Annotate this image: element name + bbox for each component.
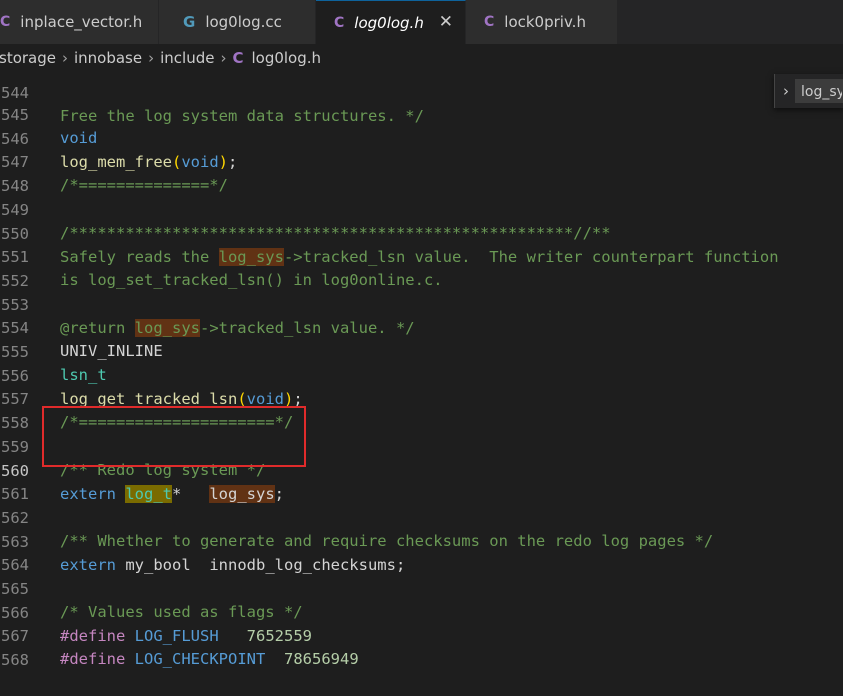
code-line: 563 extern my_bool innodb_log_checksums; bbox=[0, 507, 843, 575]
code-line: 562 /** Whether to generate and require … bbox=[0, 483, 843, 551]
code-line: 549 /***********************************… bbox=[0, 175, 843, 243]
code-line: 564 bbox=[0, 530, 843, 574]
code-line: 548 bbox=[0, 151, 843, 195]
c-file-icon: C bbox=[484, 14, 495, 30]
code-line-partial: 544 Free the log system data structures.… bbox=[0, 58, 843, 126]
code-line: 550 Safely reads the log_sys->tracked_ls… bbox=[0, 199, 843, 267]
code-line: 545 void bbox=[0, 80, 843, 148]
code-line: 551 is log_set_tracked_lsn() in log0onli… bbox=[0, 222, 843, 290]
tab-inplace-vector[interactable]: C inplace_vector.h bbox=[0, 0, 159, 44]
line-text: #define LOG_CHECKPOINT 78656949 bbox=[60, 650, 359, 669]
code-line: 552 bbox=[0, 246, 843, 290]
code-line: 546 log_mem_free(void); bbox=[0, 104, 843, 172]
code-line: 554 UNIV_INLINE bbox=[0, 293, 843, 361]
tab-label: log0log.h bbox=[354, 13, 424, 32]
tab-bar: C inplace_vector.h G log0log.cc C log0lo… bbox=[0, 0, 843, 44]
code-editor[interactable]: 544 Free the log system data structures.… bbox=[0, 64, 843, 669]
code-line: 547 /*==============*/ bbox=[0, 127, 843, 195]
code-line: 557 /*=====================*/ bbox=[0, 364, 843, 432]
code-line: 568 bbox=[0, 625, 843, 669]
code-line: 565 /* Values used as flags */ bbox=[0, 554, 843, 622]
cpp-file-icon: G bbox=[183, 13, 196, 31]
code-line: 553 @return log_sys->tracked_lsn value. … bbox=[0, 270, 843, 338]
code-line: 567 #define LOG_CHECKPOINT 78656949 bbox=[0, 601, 843, 669]
code-line: 566 #define LOG_FLUSH 7652559 bbox=[0, 578, 843, 646]
toggle-replace-icon[interactable]: › bbox=[783, 82, 789, 100]
c-file-icon: C bbox=[0, 14, 11, 30]
code-line: 556 log_get_tracked_lsn(void); bbox=[0, 341, 843, 409]
tab-log0log-cc[interactable]: G log0log.cc bbox=[159, 0, 316, 44]
line-number: 568 bbox=[1, 650, 29, 669]
tab-label: log0log.cc bbox=[205, 13, 282, 31]
c-file-icon: C bbox=[334, 14, 345, 31]
close-icon[interactable]: ✕ bbox=[439, 12, 453, 32]
tab-label: lock0priv.h bbox=[504, 13, 586, 31]
find-widget: › log_sys bbox=[774, 74, 843, 108]
find-input[interactable]: log_sys bbox=[795, 79, 843, 103]
highlight-annotation-box bbox=[42, 406, 306, 467]
code-line: 555 lsn_t bbox=[0, 317, 843, 385]
tab-lock0priv[interactable]: C lock0priv.h bbox=[466, 0, 618, 44]
tab-label: inplace_vector.h bbox=[20, 13, 143, 31]
tab-log0log-h[interactable]: C log0log.h ✕ bbox=[316, 0, 466, 44]
